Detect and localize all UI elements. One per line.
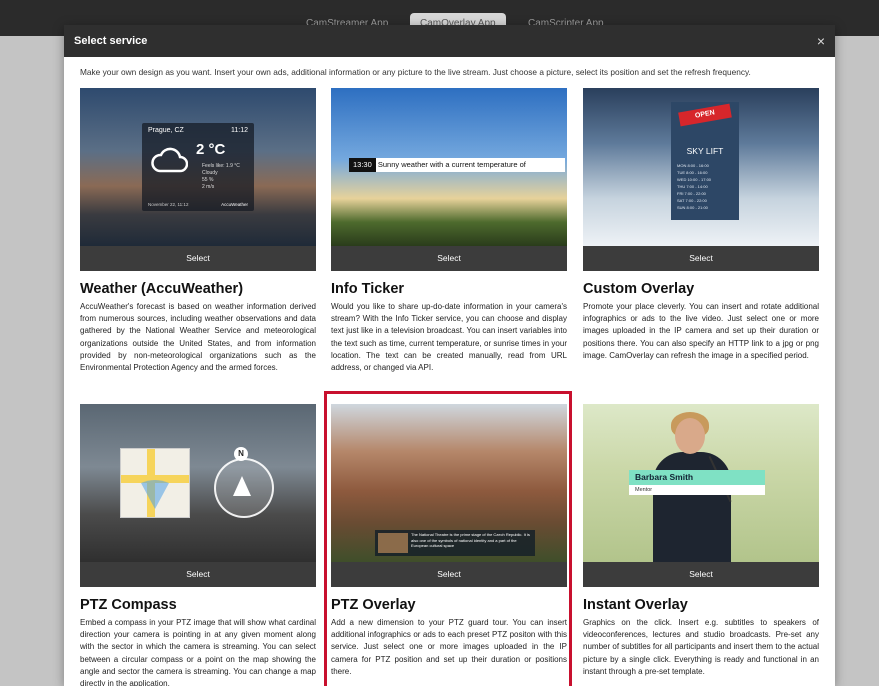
select-button-weather[interactable]: Select: [80, 246, 316, 271]
sky-lift-board: OPEN SKY LIFT MON 8:00 - 16:00 TUE 8:00 …: [671, 102, 739, 220]
hours-row: FRI 7:00 - 22:00: [677, 191, 706, 196]
speaker-figure: [653, 452, 731, 562]
weather-feels-like: Feels like: 1.9 °C: [202, 163, 240, 169]
select-button-ptz-compass[interactable]: Select: [80, 562, 316, 587]
card-desc-custom-overlay: Promote your place cleverly. You can ins…: [583, 302, 819, 360]
service-card-custom-overlay: OPEN SKY LIFT MON 8:00 - 16:00 TUE 8:00 …: [583, 88, 819, 362]
card-title-info-ticker: Info Ticker: [331, 281, 405, 297]
ticker-time: 13:30: [349, 158, 376, 172]
weather-wind: 2 m/s: [202, 184, 215, 190]
card-desc-info-ticker: Would you like to share up-do-date infor…: [331, 302, 567, 373]
card-title-instant-overlay: Instant Overlay: [583, 597, 688, 613]
custom-overlay-thumbnail: OPEN SKY LIFT MON 8:00 - 16:00 TUE 8:00 …: [583, 88, 819, 246]
weather-location: Prague, CZ: [148, 127, 184, 134]
select-service-modal: Select service × Make your own design as…: [64, 25, 835, 686]
compass-north-icon: N: [234, 447, 248, 461]
ticker-text: Sunny weather with a current temperature…: [377, 160, 526, 169]
select-button-info-ticker[interactable]: Select: [331, 246, 567, 271]
service-card-ptz-compass: N Select PTZ Compass Embed a compass in …: [80, 404, 316, 686]
ticker-thumbnail: 13:30 Sunny weather with a current tempe…: [331, 88, 567, 246]
card-desc-instant-overlay: Graphics on the click. Insert e.g. subti…: [583, 618, 819, 676]
service-card-weather: Prague, CZ 11:12 2 °C Feels like: 1.9 °C…: [80, 88, 316, 374]
lower-third-name: Barbara Smith: [629, 470, 765, 485]
ptz-compass-thumbnail: N: [80, 404, 316, 562]
weather-details: Feels like: 1.9 °C Cloudy 55 % 2 m/s: [202, 163, 240, 191]
hours-row: WED 10:00 - 17:00: [677, 177, 712, 182]
modal-header: Select service ×: [64, 25, 835, 57]
card-desc-ptz-compass: Embed a compass in your PTZ image that w…: [80, 618, 316, 686]
select-button-custom-overlay[interactable]: Select: [583, 246, 819, 271]
hours-row: THU 7:00 - 14:00: [677, 184, 708, 189]
sky-lift-title: SKY LIFT: [686, 146, 724, 156]
street-scene: [80, 404, 316, 562]
accuweather-logo: AccuWeather: [221, 202, 248, 207]
card-desc-weather: AccuWeather's forecast is based on weath…: [80, 302, 316, 373]
card-title-weather: Weather (AccuWeather): [80, 281, 244, 297]
card-title-ptz-compass: PTZ Compass: [80, 597, 177, 613]
cloud-icon: [151, 147, 188, 173]
instant-overlay-thumbnail: Barbara Smith Mentor: [583, 404, 819, 562]
hours-row: SUN 8:00 - 21:00: [677, 205, 708, 210]
weather-humidity: 55 %: [202, 177, 214, 183]
close-icon[interactable]: ×: [817, 33, 825, 49]
lower-third-role: Mentor: [629, 485, 765, 495]
select-button-instant-overlay[interactable]: Select: [583, 562, 819, 587]
weather-thumbnail: Prague, CZ 11:12 2 °C Feels like: 1.9 °C…: [80, 88, 316, 246]
weather-widget: Prague, CZ 11:12 2 °C Feels like: 1.9 °C…: [142, 123, 254, 211]
compass-arrow-icon: [233, 476, 251, 496]
service-card-instant-overlay: Barbara Smith Mentor Select Instant Over…: [583, 404, 819, 678]
weather-time: 11:12: [231, 127, 248, 134]
weather-temperature: 2 °C: [196, 141, 226, 158]
ticker-bar: 13:30 Sunny weather with a current tempe…: [349, 158, 565, 172]
hours-row: SAT 7:00 - 22:00: [677, 198, 707, 203]
service-card-info-ticker: 13:30 Sunny weather with a current tempe…: [331, 88, 567, 374]
weather-condition: Cloudy: [202, 170, 218, 176]
hours-row: MON 8:00 - 16:00: [677, 163, 709, 168]
sky-lift-hours: MON 8:00 - 16:00 TUE 8:00 - 16:00 WED 10…: [677, 162, 711, 211]
intro-text: Make your own design as you want. Insert…: [80, 67, 751, 77]
view-sector-icon: [141, 480, 169, 509]
map-widget: [120, 448, 190, 518]
open-sign: OPEN: [678, 103, 732, 127]
selected-card-highlight: [324, 391, 572, 686]
modal-title: Select service: [74, 35, 148, 47]
speaker-head: [675, 418, 705, 454]
card-title-custom-overlay: Custom Overlay: [583, 281, 695, 297]
hours-row: TUE 8:00 - 16:00: [677, 170, 708, 175]
weather-date: November 22, 11:12: [148, 202, 189, 207]
